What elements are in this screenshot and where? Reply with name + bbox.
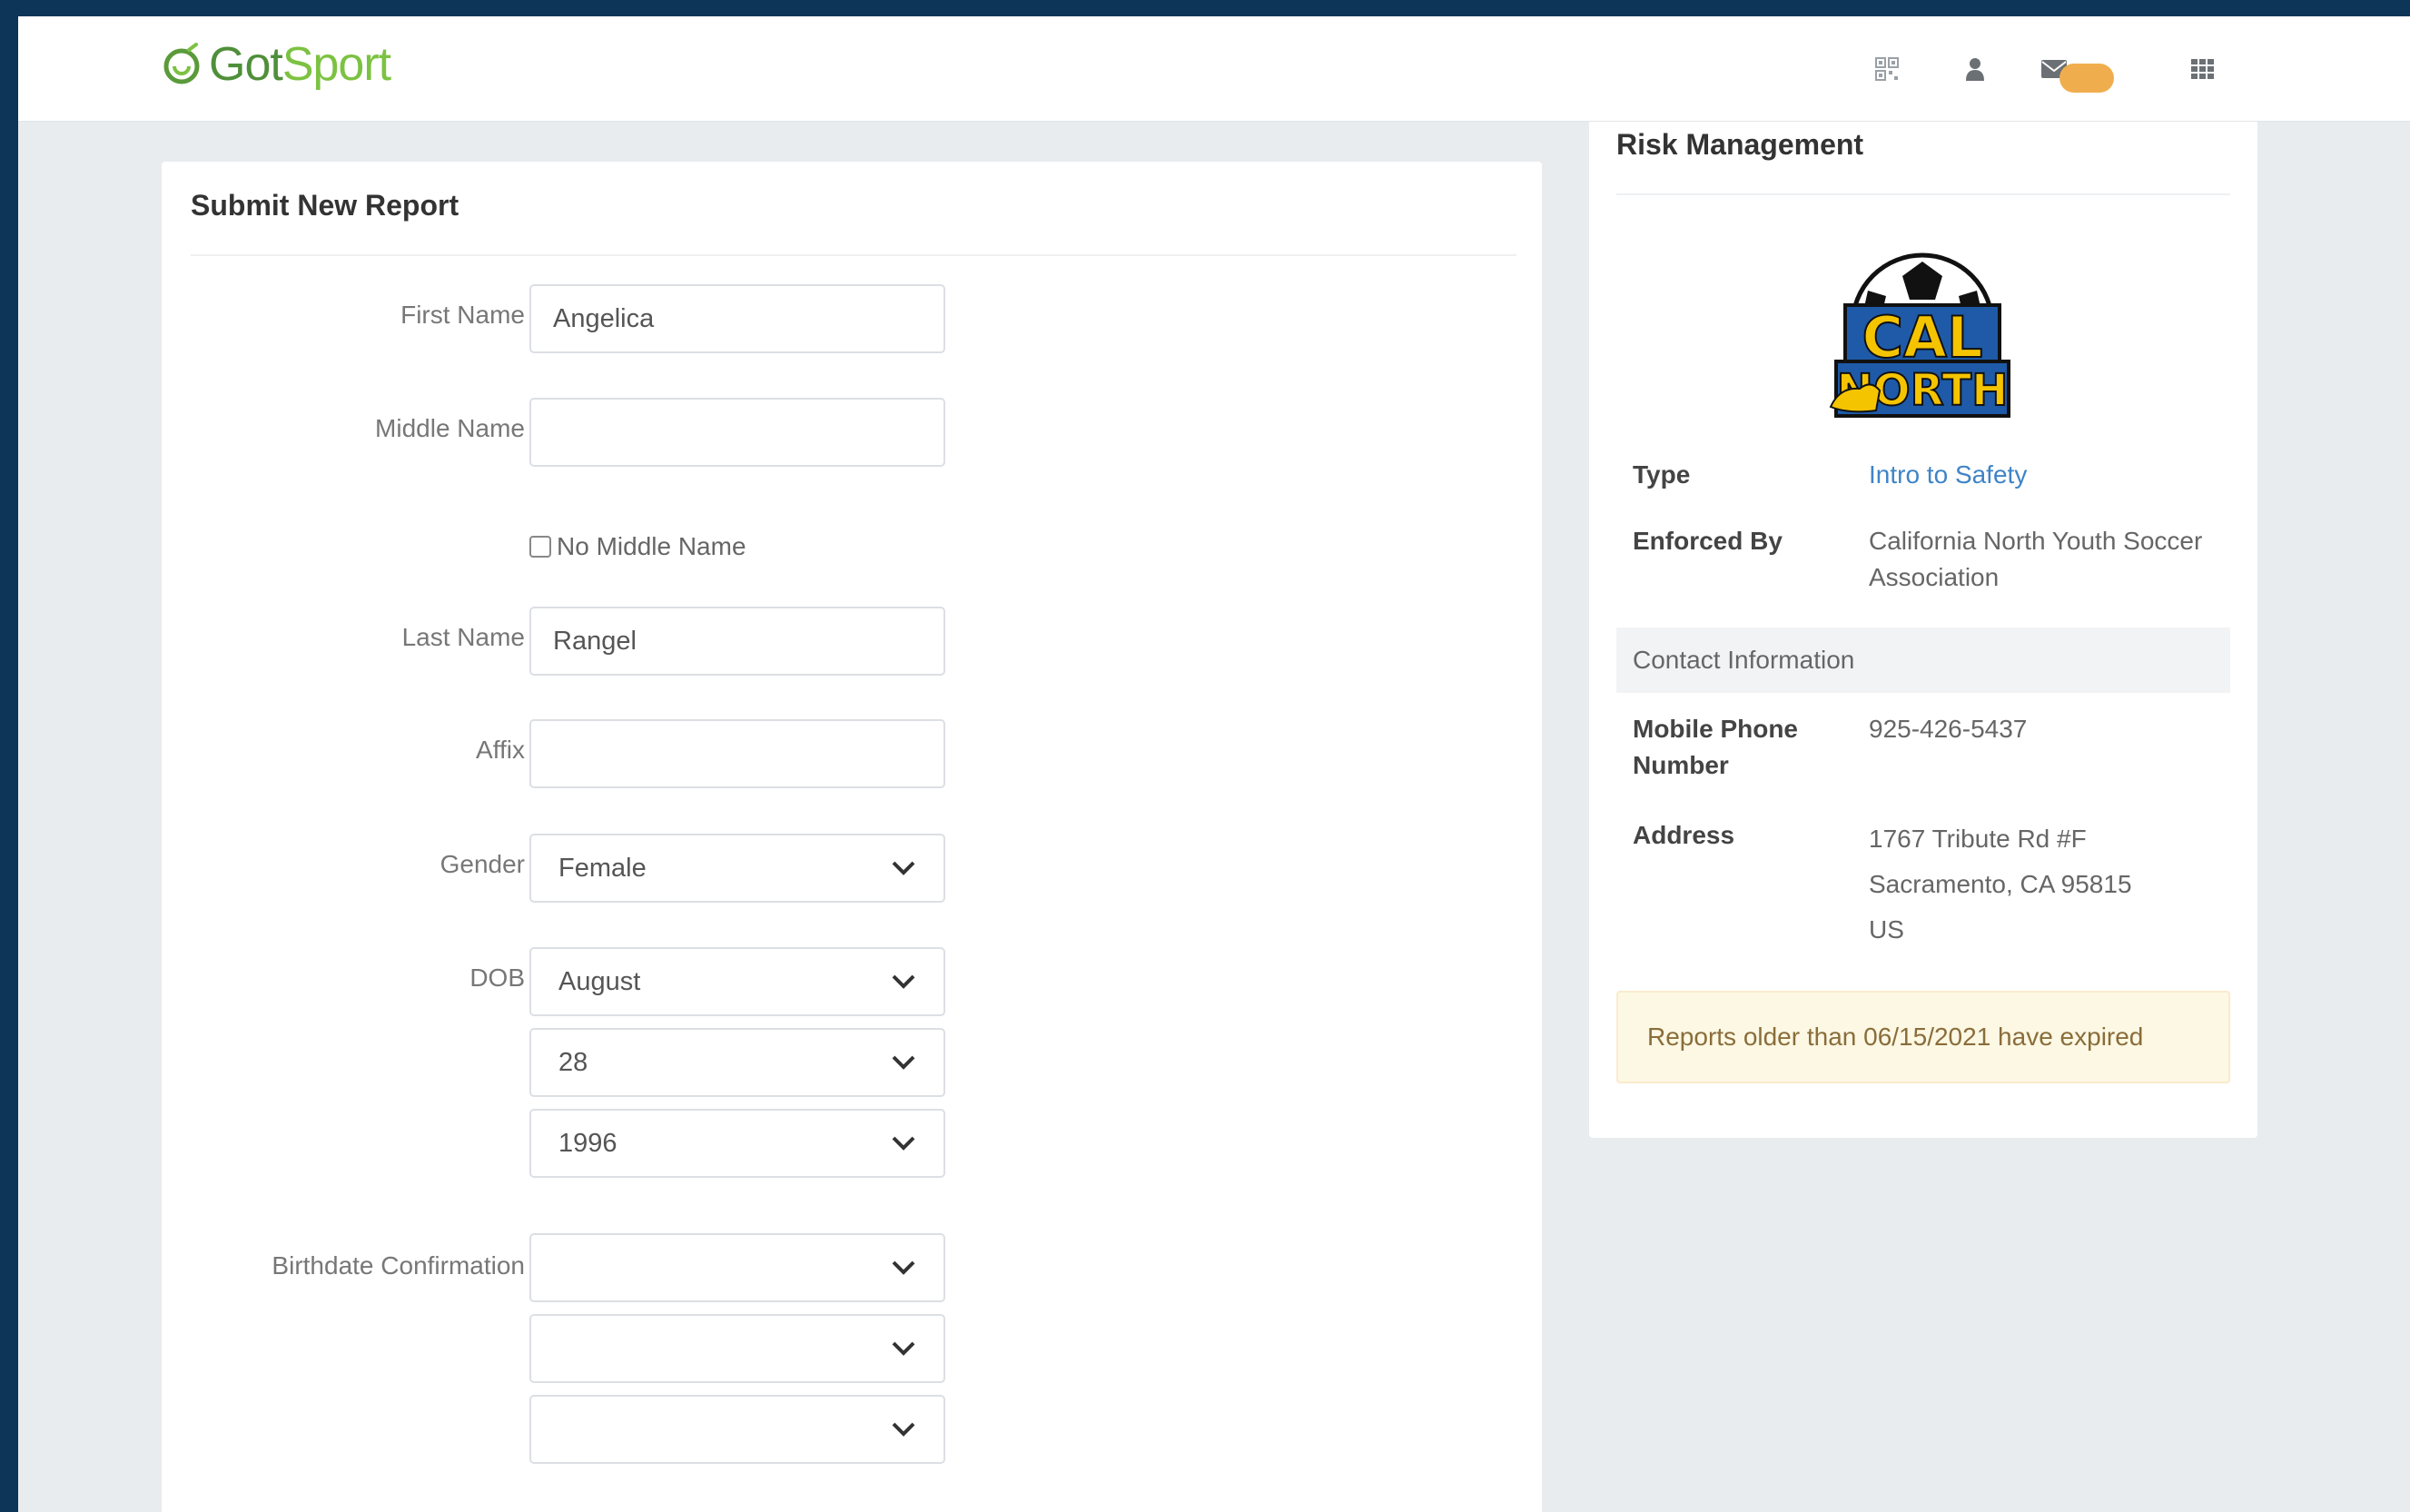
top-navbar: GotSport — [18, 16, 2410, 122]
risk-management-title: Risk Management — [1616, 128, 1864, 161]
chevron-down-icon — [892, 1422, 915, 1437]
dob-year-select[interactable]: 1996 — [529, 1109, 945, 1178]
middle-name-label: Middle Name — [375, 414, 525, 442]
last-name-input[interactable] — [529, 607, 945, 676]
address-line-2: Sacramento, CA 95815 — [1869, 870, 2132, 898]
submit-report-panel: Submit New Report First Name Middle Name… — [162, 162, 1542, 1512]
dob-month-select[interactable]: August — [529, 947, 945, 1016]
chevron-down-icon — [892, 1260, 915, 1275]
confirm-month-select[interactable] — [529, 1233, 945, 1302]
dob-year-value: 1996 — [558, 1128, 617, 1158]
birthdate-confirmation-label: Birthdate Confirmation — [272, 1251, 525, 1280]
middle-name-input[interactable] — [529, 398, 945, 467]
user-icon[interactable] — [1950, 44, 2000, 94]
type-link[interactable]: Intro to Safety — [1869, 457, 2223, 493]
cal-north-logo: CAL NORTH — [1829, 252, 2010, 418]
qrcode-icon[interactable] — [1862, 44, 1912, 94]
confirm-day-select[interactable] — [529, 1314, 945, 1383]
divider — [1616, 193, 2230, 195]
address-line-1: 1767 Tribute Rd #F — [1869, 825, 2087, 853]
cal-logo-text: CAL — [1862, 304, 1983, 371]
enforced-by-value: California North Youth Soccer Associatio… — [1869, 527, 2203, 591]
chevron-down-icon — [892, 1055, 915, 1070]
risk-management-panel: Risk Management CAL NORTH Type Intro to … — [1589, 103, 2257, 1138]
dob-month-value: August — [558, 966, 641, 996]
last-name-label: Last Name — [401, 623, 525, 651]
no-middle-name-label[interactable]: No Middle Name — [557, 532, 746, 561]
address-label: Address — [1633, 821, 1735, 849]
gender-label: Gender — [440, 850, 525, 878]
dob-day-select[interactable]: 28 — [529, 1028, 945, 1097]
affix-label: Affix — [476, 736, 525, 764]
chevron-down-icon — [892, 861, 915, 875]
chevron-down-icon — [892, 1136, 915, 1151]
mobile-phone-value: 925-426-5437 — [1869, 715, 2028, 743]
confirm-year-select[interactable] — [529, 1395, 945, 1464]
page: GotSport Submit New Report First Name An… — [18, 16, 2410, 1512]
nav-icons — [18, 44, 2410, 98]
mobile-phone-label: Mobile Phone Number — [1633, 715, 1798, 779]
apps-grid-icon[interactable] — [2178, 44, 2228, 94]
type-label: Type — [1633, 460, 1691, 489]
chevron-down-icon — [892, 974, 915, 989]
divider — [191, 254, 1516, 256]
dob-label: DOB — [469, 964, 525, 992]
mail-badge[interactable] — [2059, 64, 2114, 93]
contact-information-heading: Contact Information — [1616, 628, 2230, 693]
no-middle-name-checkbox[interactable] — [529, 536, 551, 558]
affix-input[interactable] — [529, 719, 945, 788]
chevron-down-icon — [892, 1341, 915, 1356]
address-line-3: US — [1869, 915, 1904, 944]
first-name-input[interactable] — [529, 284, 945, 353]
gender-select-value: Female — [558, 853, 647, 883]
dob-day-value: 28 — [558, 1047, 588, 1077]
gender-select[interactable]: Female — [529, 834, 945, 903]
expired-reports-alert: Reports older than 06/15/2021 have expir… — [1616, 991, 2230, 1083]
panel-title: Submit New Report — [191, 189, 459, 222]
enforced-by-label: Enforced By — [1633, 527, 1783, 555]
no-middle-name-row: No Middle Name — [529, 532, 746, 561]
first-name-label: First Name — [400, 301, 525, 329]
